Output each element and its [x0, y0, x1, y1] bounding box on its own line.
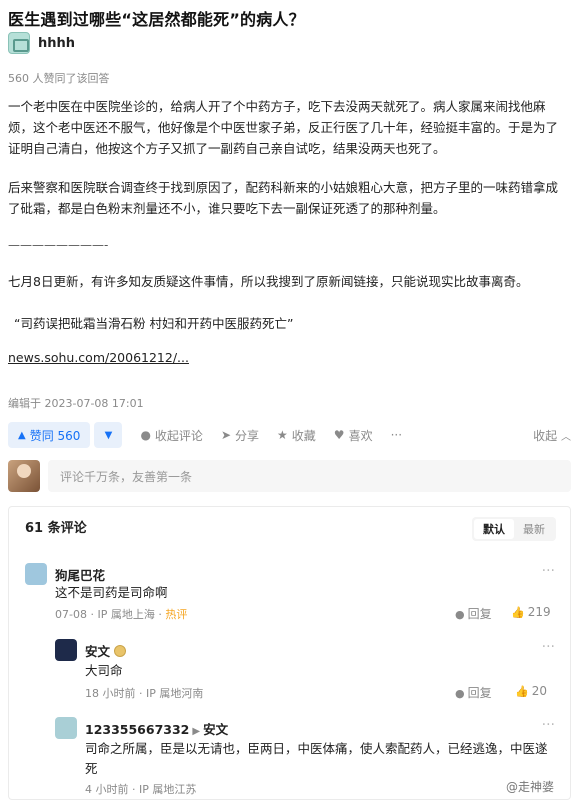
like-count-button[interactable]: 👍 20 [515, 684, 547, 698]
like-count: 20 [531, 684, 547, 698]
sort-default-tab[interactable]: 默认 [474, 519, 514, 539]
news-link[interactable]: news.sohu.com/20061212/... [8, 350, 189, 365]
comment-username[interactable]: 123355667332 ▶ 安文 [85, 719, 228, 738]
edited-time: 编辑于 2023-07-08 17:01 [8, 397, 144, 410]
comment-username[interactable]: 狗尾巴花 [55, 565, 105, 584]
upvote-label: 赞同 560 [29, 428, 81, 443]
downvote-icon: ▼ [104, 429, 113, 441]
favorite-button[interactable]: ★ 收藏 [277, 427, 316, 444]
favorite-label: 收藏 [291, 428, 316, 443]
collapse-label: 收起 [533, 428, 558, 443]
more-icon[interactable]: ··· [542, 563, 555, 579]
like-count: 219 [527, 605, 551, 619]
comment-input[interactable]: 评论千万条，友善第一条 [48, 460, 571, 492]
reply-arrow-icon: ▶ [192, 726, 201, 737]
divider: ————————- [8, 238, 109, 252]
collapse-button[interactable]: 收起 ︿ [533, 427, 571, 444]
badge-icon [114, 645, 127, 657]
comment-text: 大司命 [85, 663, 123, 678]
comment-avatar[interactable] [55, 717, 77, 739]
comment-meta: 4 小时前 · IP 属地江苏 [85, 783, 197, 796]
share-icon: ➤ [220, 428, 231, 442]
chevron-up-icon: ︿ [561, 431, 571, 443]
reply-icon: ● [455, 687, 465, 700]
news-quote: “司药误把砒霜当滑石粉 村妇和开药中医服药死亡” [14, 316, 294, 331]
share-button[interactable]: ➤ 分享 [221, 427, 259, 444]
comment-meta-text: 07-08 · IP 属地上海 · [55, 608, 166, 621]
author-info: hhhh [8, 32, 75, 54]
more-icon[interactable]: ··· [542, 639, 555, 655]
answer-paragraph-1: 一个老中医在中医院坐诊的，给病人开了个中药方子，吃下去没两天就死了。病人家属来闹… [8, 99, 559, 156]
action-bar: ▲ 赞同 560 ▼ ● 收起评论 ➤ 分享 ★ 收藏 ♥ 喜欢 ··· 收起 … [8, 422, 571, 448]
more-icon: ··· [390, 428, 403, 442]
comment-item: 安文 大司命 18 小时前 · IP 属地河南 ··· ● 回复 👍 20 [55, 639, 555, 701]
comments-sort: 默认 最新 [472, 517, 556, 541]
comment-item: 123355667332 ▶ 安文 司命之所属，臣是以无请也，臣两日，中医体痛，使人… [55, 717, 555, 797]
comment-toggle-label: 收起评论 [154, 428, 203, 443]
like-button[interactable]: ♥ 喜欢 [334, 427, 373, 444]
author-name[interactable]: hhhh [38, 36, 75, 51]
comment-meta: 07-08 · IP 属地上海 · 热评 [55, 606, 187, 622]
heart-icon: ♥ [333, 428, 345, 442]
upvote-icon: ▲ [18, 429, 26, 441]
comment-icon: ● [140, 428, 151, 442]
reply-button[interactable]: ● 回复 [455, 684, 492, 701]
comment-avatar[interactable] [25, 563, 47, 585]
comments-panel: 61 条评论 默认 最新 狗尾巴花 这不是司药是司命啊 07-08 · IP 属… [8, 506, 571, 800]
downvote-button[interactable]: ▼ [94, 422, 123, 448]
comment-item: 狗尾巴花 这不是司药是司命啊 07-08 · IP 属地上海 · 热评 ··· … [25, 563, 555, 625]
reply-to-user: 安文 [203, 722, 229, 737]
upvote-button[interactable]: ▲ 赞同 560 [8, 422, 91, 448]
comment-text: 这不是司药是司命啊 [55, 585, 168, 600]
author-avatar[interactable] [8, 32, 30, 54]
comment-username-text: 安文 [85, 644, 111, 659]
share-label: 分享 [235, 428, 260, 443]
comment-toggle-button[interactable]: ● 收起评论 [140, 427, 203, 444]
reply-label: 回复 [467, 686, 492, 700]
reply-label: 回复 [467, 607, 492, 621]
like-count-button[interactable]: 👍 219 [511, 605, 551, 619]
more-button[interactable]: ··· [391, 428, 402, 442]
more-icon[interactable]: ··· [542, 717, 555, 733]
answer-paragraph-2: 后来警察和医院联合调查终于找到原因了，配药科新来的小姑娘粗心大意，把方子里的一味… [8, 180, 559, 216]
comment-avatar[interactable] [55, 639, 77, 661]
agree-count: 560 人赞同了该回答 [8, 72, 110, 85]
comments-count: 61 条评论 [25, 521, 87, 536]
thumb-up-icon: 👍 [515, 685, 529, 698]
comment-meta: 18 小时前 · IP 属地河南 [85, 687, 204, 700]
hot-badge: 热评 [165, 608, 188, 621]
like-label: 喜欢 [348, 428, 373, 443]
reply-button[interactable]: ● 回复 [455, 605, 492, 622]
comment-username[interactable]: 安文 [85, 641, 127, 660]
watermark: @走神婆 [505, 780, 554, 794]
question-title[interactable]: 医生遇到过哪些“这居然都能死”的病人？ [8, 6, 305, 30]
reply-icon: ● [455, 608, 465, 621]
thumb-up-icon: 👍 [511, 606, 525, 619]
comment-composer: 评论千万条，友善第一条 [8, 458, 571, 494]
star-icon: ★ [277, 428, 288, 442]
sort-latest-tab[interactable]: 最新 [514, 519, 554, 539]
comment-text: 司命之所属，臣是以无请也，臣两日，中医体痛，使人索配药人，已经逃逸，中医遂死 [85, 741, 548, 776]
my-avatar [8, 460, 40, 492]
comment-username-text: 123355667332 [85, 722, 190, 737]
answer-paragraph-3: 七月8日更新，有许多知友质疑这件事情，所以我搜到了原新闻链接，只能说现实比故事离… [8, 274, 529, 289]
